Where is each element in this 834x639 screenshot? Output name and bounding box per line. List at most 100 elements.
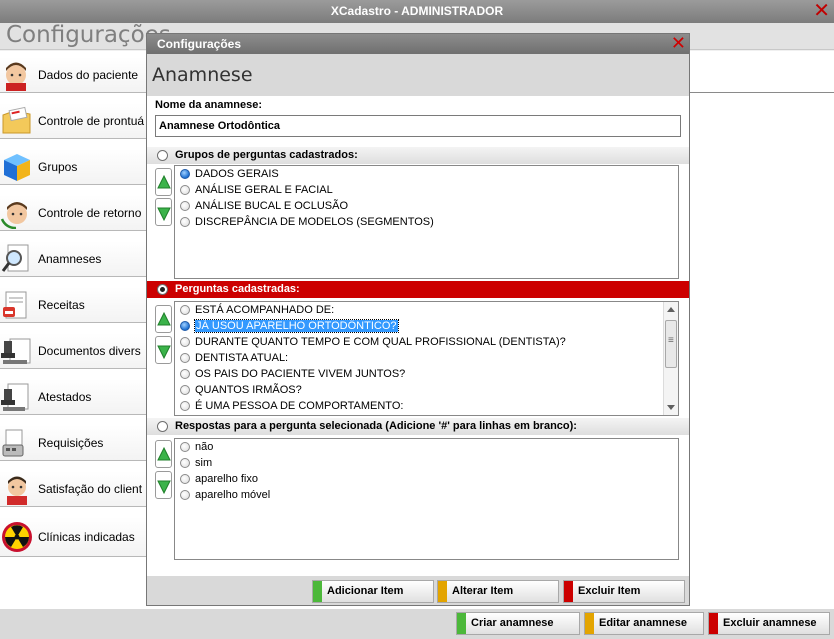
list-item-radio[interactable] [180, 369, 190, 379]
groups-section-radio[interactable] [157, 150, 168, 161]
list-item-text: ANÁLISE BUCAL E OCLUSÃO [195, 200, 349, 212]
list-item-radio[interactable] [180, 185, 190, 195]
green-arrow-down-icon [157, 207, 171, 221]
sidebar-item-anamneses[interactable]: Anamneses [0, 241, 146, 277]
list-item[interactable]: sim [175, 455, 678, 471]
sidebar-item-requisicoes[interactable]: Requisições [0, 425, 146, 461]
delete-item-label: Excluir Item [578, 585, 641, 597]
list-item[interactable]: ANÁLISE GERAL E FACIAL [175, 182, 678, 198]
questions-move-down-button[interactable] [155, 336, 172, 364]
add-item-button[interactable]: Adicionar Item [312, 580, 434, 603]
radiation-icon [2, 522, 32, 552]
red-stripe-icon [564, 581, 573, 602]
list-item[interactable]: ANÁLISE BUCAL E OCLUSÃO [175, 198, 678, 214]
questions-listbox[interactable]: ESTÁ ACOMPANHADO DE: JÁ USOU APARELHO OR… [174, 301, 679, 416]
delete-anamnese-button[interactable]: Excluir anamnese [708, 612, 830, 635]
list-item-radio[interactable] [180, 201, 190, 211]
sidebar-item-grupos[interactable]: Grupos [0, 149, 146, 185]
anamnese-name-input[interactable] [155, 115, 681, 137]
create-anamnese-button[interactable]: Criar anamnese [456, 612, 580, 635]
list-item-text: ANÁLISE GERAL E FACIAL [195, 184, 333, 196]
questions-section-radio[interactable] [157, 284, 168, 295]
groups-listbox[interactable]: DADOS GERAIS ANÁLISE GERAL E FACIAL ANÁL… [174, 165, 679, 279]
bottom-toolbar: Criar anamnese Editar anamnese Excluir a… [0, 609, 834, 639]
delete-item-button[interactable]: Excluir Item [563, 580, 685, 603]
answers-section-radio[interactable] [157, 421, 168, 432]
scroll-up-icon[interactable] [667, 307, 675, 312]
list-item-text: OS PAIS DO PACIENTE VIVEM JUNTOS? [195, 368, 406, 380]
patient-face-icon [6, 62, 26, 91]
list-item[interactable]: aparelho móvel [175, 487, 678, 503]
window-titlebar: XCadastro - ADMINISTRADOR ✕ [0, 0, 834, 23]
patient-return-icon [0, 202, 27, 229]
green-arrow-up-icon [157, 175, 171, 189]
list-item[interactable]: É UMA PESSOA DE COMPORTAMENTO: [175, 398, 678, 414]
sidebar: Dados do paciente Controle de prontuá Gr… [0, 51, 146, 581]
list-item[interactable]: DADOS GERAIS [175, 166, 678, 182]
list-item[interactable]: aparelho fixo [175, 471, 678, 487]
groups-move-down-button[interactable] [155, 198, 172, 226]
list-item[interactable]: OS PAIS DO PACIENTE VIVEM JUNTOS? [175, 366, 678, 382]
scrollbar-thumb[interactable] [665, 320, 677, 368]
questions-move-up-button[interactable] [155, 305, 172, 333]
answers-section-header[interactable]: Respostas para a pergunta selecionada (A… [147, 418, 689, 435]
answers-move-up-button[interactable] [155, 440, 172, 468]
dialog-heading: Anamnese [152, 64, 253, 86]
list-item-text: ESTÁ ACOMPANHADO DE: [195, 304, 335, 316]
list-item[interactable]: DURANTE QUANTO TEMPO E COM QUAL PROFISSI… [175, 334, 678, 350]
list-item-radio[interactable] [180, 217, 190, 227]
stamp-icon [1, 383, 29, 411]
list-item-radio[interactable] [180, 385, 190, 395]
groups-section-label: Grupos de perguntas cadastrados: [175, 149, 358, 161]
green-stripe-icon [313, 581, 322, 602]
sidebar-item-satisfacao-cliente[interactable]: Satisfação do client [0, 471, 146, 507]
person-face-icon [7, 476, 27, 505]
scroll-down-icon[interactable] [667, 405, 675, 410]
edit-item-button[interactable]: Alterar Item [437, 580, 559, 603]
dialog-footer: Adicionar Item Alterar Item Excluir Item [147, 576, 689, 605]
list-item-selected[interactable]: JÁ USOU APARELHO ORTODÔNTICO? [175, 318, 678, 334]
list-item-text: não [195, 441, 214, 453]
cube-icon [4, 154, 30, 181]
questions-scrollbar[interactable] [663, 302, 678, 415]
answers-listbox[interactable]: não sim aparelho fixo aparelho móvel [174, 438, 679, 560]
list-item-radio[interactable] [180, 442, 190, 452]
sidebar-item-documentos-diversos[interactable]: Documentos divers [0, 333, 146, 369]
list-item-radio[interactable] [180, 305, 190, 315]
list-item[interactable]: não [175, 439, 678, 455]
groups-section-header[interactable]: Grupos de perguntas cadastrados: [147, 147, 689, 164]
content-divider [690, 92, 834, 93]
sidebar-item-label: Receitas [38, 298, 85, 312]
sidebar-item-clinicas-indicadas[interactable]: Clínicas indicadas [0, 517, 146, 557]
list-item-text: É UMA PESSOA DE COMPORTAMENTO: [195, 400, 404, 412]
green-arrow-up-icon [157, 447, 171, 461]
list-item-radio[interactable] [180, 321, 190, 331]
register-document-icon [2, 429, 24, 457]
list-item[interactable]: DENTISTA ATUAL: [175, 350, 678, 366]
questions-section-header[interactable]: Perguntas cadastradas: [147, 281, 689, 298]
list-item-radio[interactable] [180, 169, 190, 179]
groups-move-up-button[interactable] [155, 168, 172, 196]
yellow-stripe-icon [438, 581, 447, 602]
prescription-icon [3, 291, 27, 319]
list-item[interactable]: DISCREPÂNCIA DE MODELOS (SEGMENTOS) [175, 214, 678, 230]
sidebar-item-dados-paciente[interactable]: Dados do paciente [0, 57, 146, 93]
list-item-radio[interactable] [180, 474, 190, 484]
list-item[interactable]: QUANTOS IRMÃOS? [175, 382, 678, 398]
list-item-radio[interactable] [180, 490, 190, 500]
list-item-radio[interactable] [180, 337, 190, 347]
list-item-radio[interactable] [180, 353, 190, 363]
list-item-radio[interactable] [180, 401, 190, 411]
list-item-radio[interactable] [180, 458, 190, 468]
dialog-close-icon[interactable]: ✕ [671, 34, 686, 53]
list-item[interactable]: ESTÁ ACOMPANHADO DE: [175, 302, 678, 318]
sidebar-item-atestados[interactable]: Atestados [0, 379, 146, 415]
edit-anamnese-button[interactable]: Editar anamnese [584, 612, 704, 635]
list-item-text: DURANTE QUANTO TEMPO E COM QUAL PROFISSI… [195, 336, 566, 348]
sidebar-item-receitas[interactable]: Receitas [0, 287, 146, 323]
sidebar-item-controle-retorno[interactable]: Controle de retorno [0, 195, 146, 231]
sidebar-item-controle-prontuario[interactable]: Controle de prontuá [0, 103, 146, 139]
window-close-icon[interactable]: ✕ [813, 1, 830, 21]
answers-move-down-button[interactable] [155, 471, 172, 499]
green-stripe-icon [457, 613, 466, 634]
